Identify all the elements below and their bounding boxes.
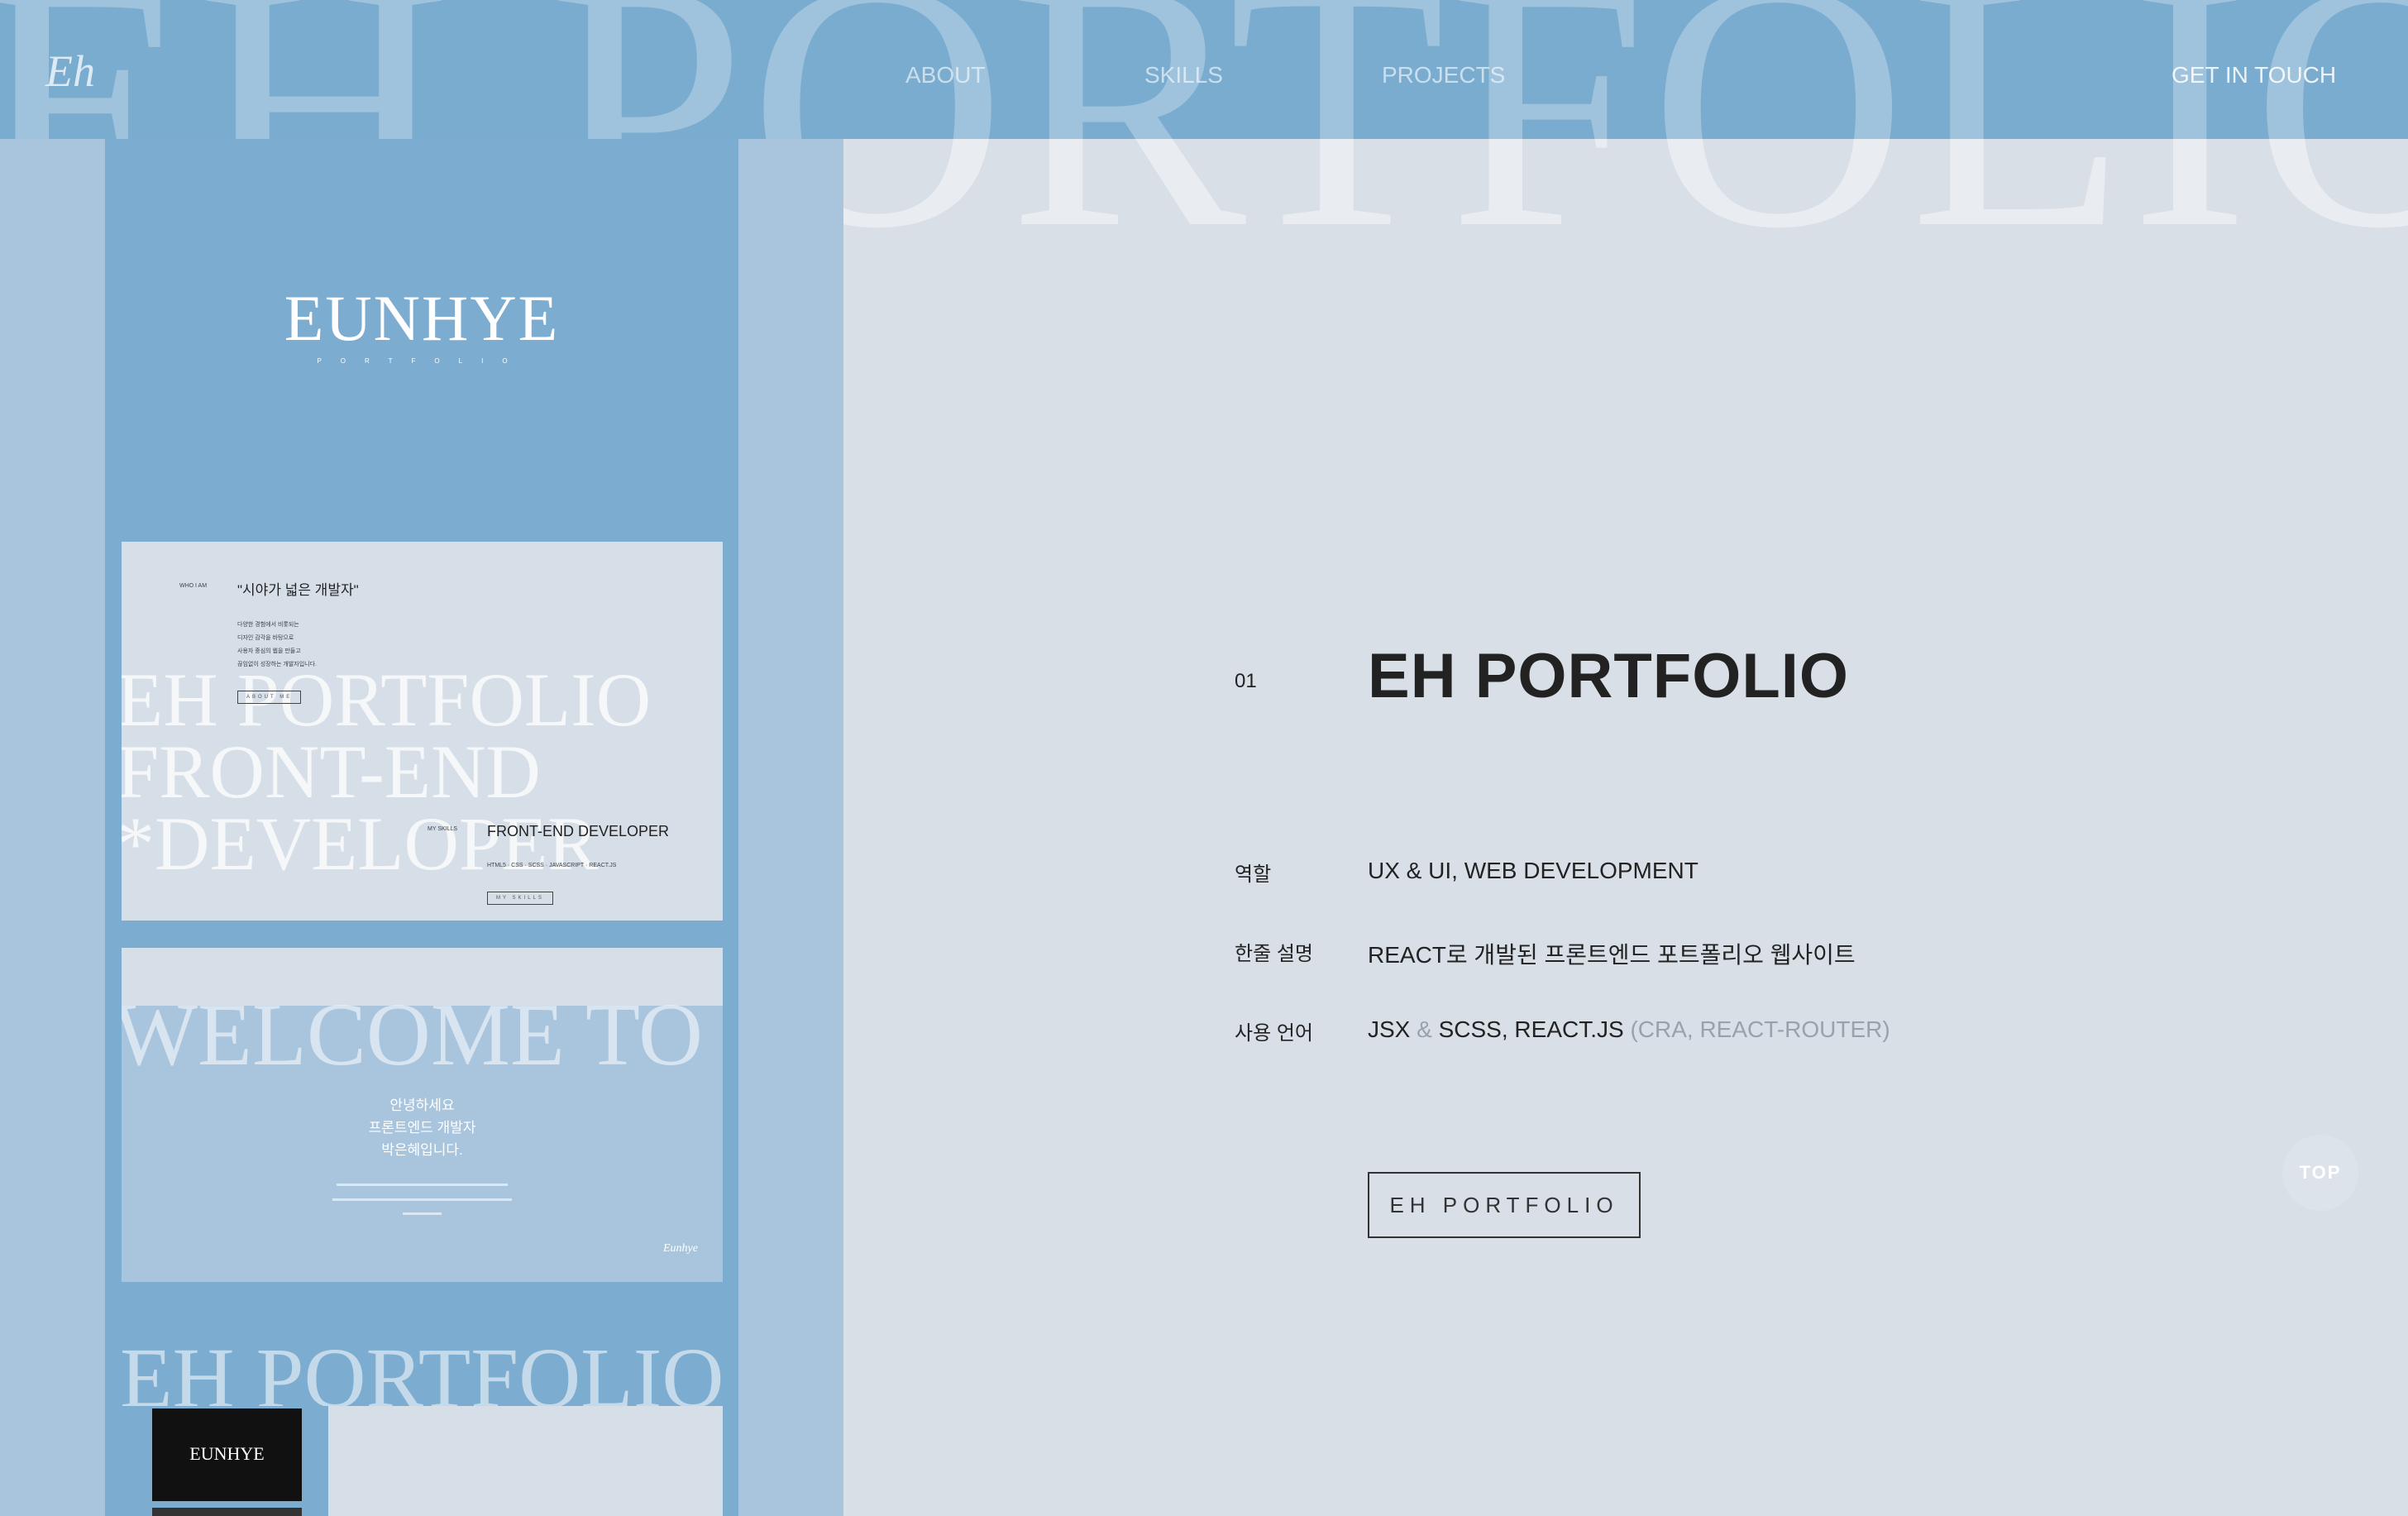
project-showcase: EUNHYE PORTFOLIO EH PORTFOLIO FRONT-END … bbox=[105, 0, 738, 1516]
preview-thumb-logo: EUNHYE bbox=[189, 1443, 265, 1464]
description-value: REACT로 개발된 프론트엔드 포트폴리오 웹사이트 bbox=[1368, 942, 1856, 968]
project-number: 01 bbox=[1235, 670, 1257, 692]
site-logo[interactable]: Eh bbox=[45, 45, 95, 97]
project-title: EH PORTFOLIO bbox=[1368, 641, 1849, 711]
nav-projects[interactable]: PROJECTS bbox=[1382, 62, 1505, 88]
preview-line: 끊임없이 성장하는 개발자입니다. bbox=[237, 662, 317, 667]
role-value: UX & UI, WEB DEVELOPMENT bbox=[1368, 858, 1698, 883]
preview-signature: Eunhye bbox=[663, 1242, 698, 1255]
preview-about-section: EH PORTFOLIO FRONT-END *DEVELOPER WHO I … bbox=[122, 542, 723, 921]
language-main: SCSS, REACT.JS bbox=[1438, 1016, 1624, 1042]
preview-skills-title: FRONT-END DEVELOPER bbox=[487, 823, 670, 839]
preview-line: 다양한 경험에서 비롯되는 bbox=[237, 622, 299, 628]
preview-big-line-3: *DEVELOPER bbox=[122, 801, 599, 886]
preview-greeting: 안녕하세요 bbox=[389, 1098, 455, 1113]
language-value: JSX & SCSS, REACT.JS (CRA, REACT-ROUTER) bbox=[1368, 1016, 1890, 1043]
preview-text-lines bbox=[403, 1212, 442, 1215]
language-label: 사용 언어 bbox=[1235, 1022, 1313, 1045]
showcase-logo: EUNHYE bbox=[284, 282, 560, 354]
preview-thumbnail: EUNHYE bbox=[152, 1408, 302, 1501]
scroll-top-button[interactable]: TOP bbox=[2282, 1135, 2358, 1211]
preview-text-lines bbox=[332, 1198, 512, 1201]
nav-skills[interactable]: SKILLS bbox=[1144, 62, 1223, 88]
site-header: EH PORTFOLIO Eh ABOUT SKILLS PROJECTS GE… bbox=[0, 0, 2408, 139]
role-label: 역할 bbox=[1235, 863, 1272, 886]
nav-get-in-touch[interactable]: GET IN TOUCH bbox=[2172, 62, 2336, 88]
preview-thumbnail-2 bbox=[152, 1508, 302, 1516]
preview-quote: "시야가 넓은 개발자" bbox=[237, 582, 359, 598]
language-note: (CRA, REACT-ROUTER) bbox=[1630, 1016, 1890, 1042]
preview-big-line-1: EH PORTFOLIO bbox=[122, 658, 652, 742]
preview-greeting: 박은혜입니다. bbox=[381, 1142, 463, 1158]
preview-welcome-big: WELCOME TO EH bbox=[122, 986, 723, 1084]
preview-greeting: 프론트엔드 개발자 bbox=[368, 1120, 476, 1136]
preview-welcome-section: WELCOME TO EH 안녕하세요 프론트엔드 개발자 박은혜입니다. Eu… bbox=[122, 948, 723, 1282]
preview-tag: WHO I AM bbox=[179, 583, 208, 589]
preview-skills-list: HTML5 · CSS · SCSS · JAVASCRIPT · REACT.… bbox=[487, 863, 617, 868]
showcase-logo-sub: PORTFOLIO bbox=[317, 357, 527, 365]
preview-line: 디자인 감각을 바탕으로 bbox=[237, 635, 294, 641]
preview-skills-tag: MY SKILLS bbox=[428, 826, 458, 832]
preview-projects-section: EUNHYE bbox=[122, 1406, 723, 1516]
nav-about[interactable]: ABOUT bbox=[905, 62, 985, 88]
preview-skills-button: MY SKILLS bbox=[487, 892, 553, 905]
preview-text-lines bbox=[337, 1184, 508, 1186]
description-label: 한줄 설명 bbox=[1235, 943, 1313, 965]
preview-about-button: ABOUT ME bbox=[237, 691, 302, 704]
preview-big-line-2: FRONT-END bbox=[122, 729, 541, 814]
language-jsx: JSX bbox=[1368, 1016, 1411, 1042]
preview-line: 사용자 중심의 웹을 만들고 bbox=[237, 648, 301, 654]
language-amp: & bbox=[1417, 1016, 1432, 1042]
project-link-button[interactable]: EH PORTFOLIO bbox=[1368, 1172, 1641, 1238]
